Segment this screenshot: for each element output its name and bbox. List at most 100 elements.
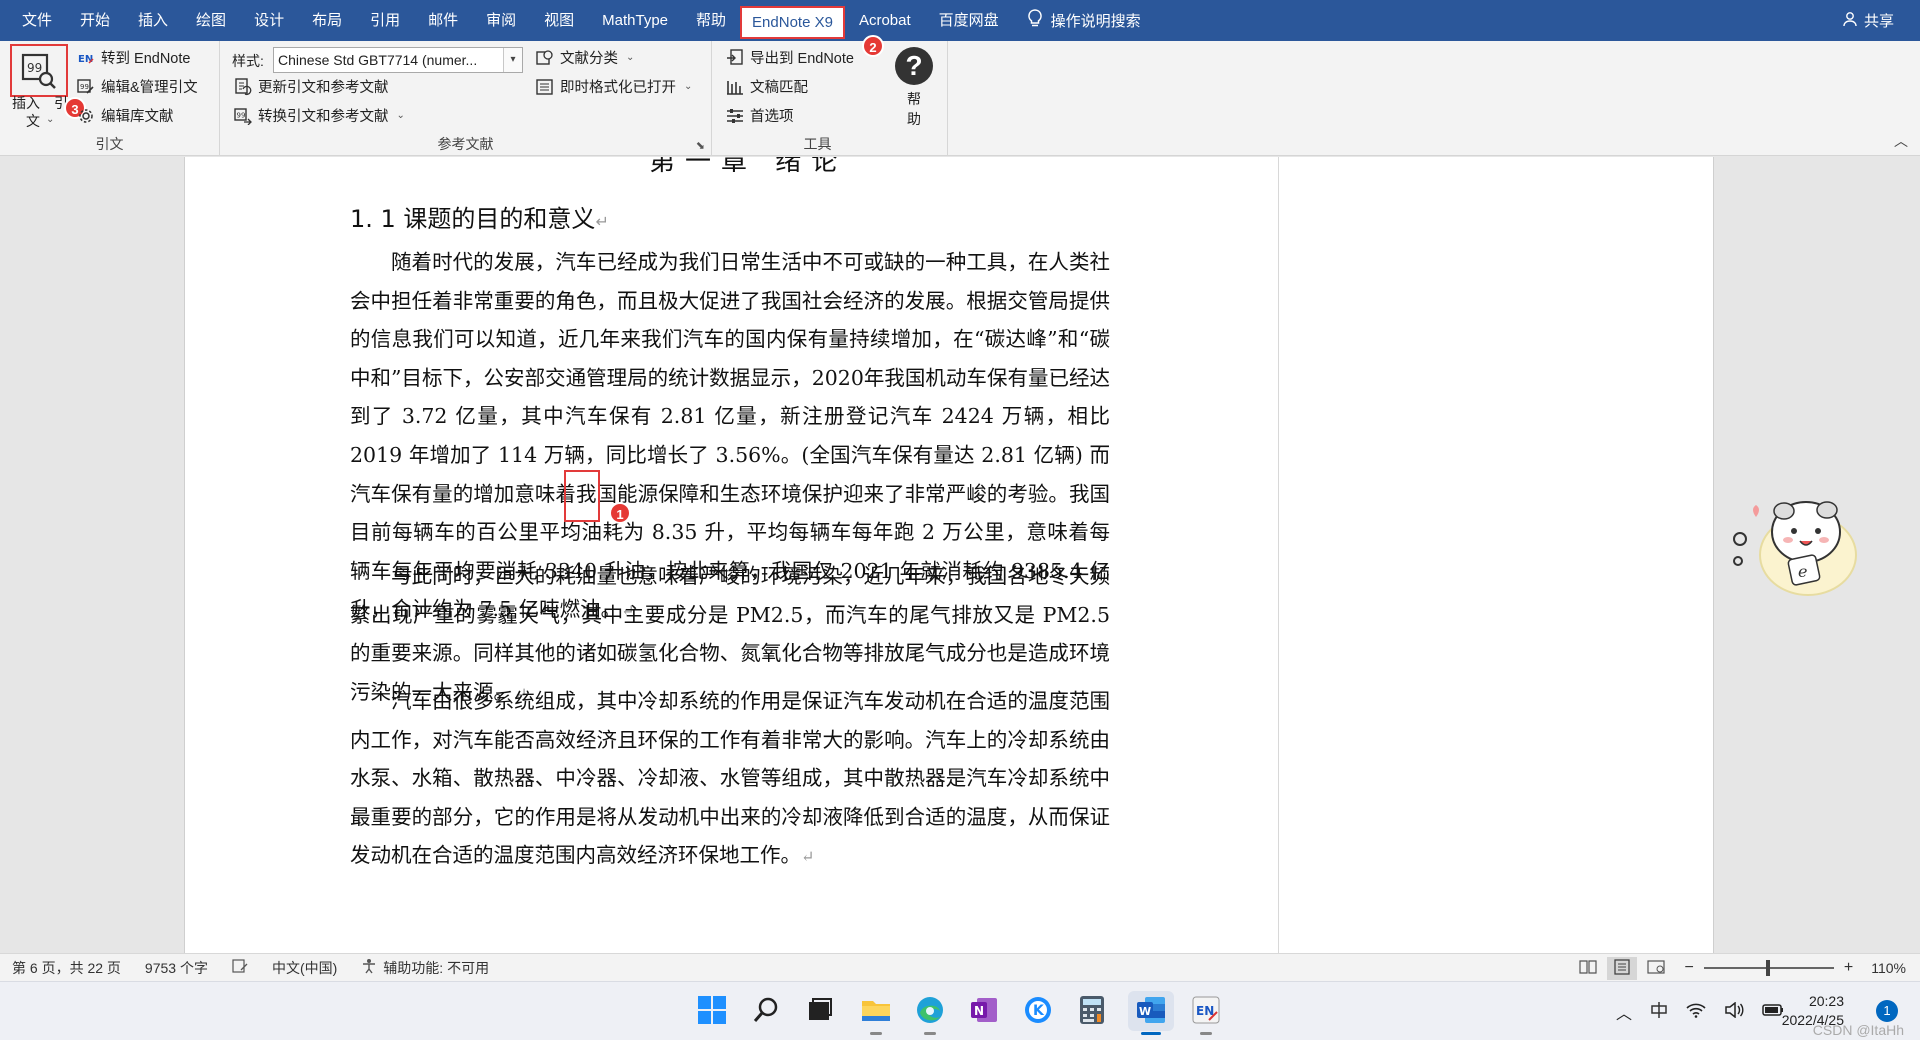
bibliography-group-label: 参考文献: [437, 136, 494, 152]
menu-home[interactable]: 开始: [66, 0, 124, 41]
chapter-title: 第一章 绪论: [649, 157, 848, 177]
chevron-down-icon: ⌄: [684, 81, 693, 92]
print-layout-icon[interactable]: [1606, 956, 1637, 980]
volume-icon[interactable]: [1724, 1000, 1744, 1022]
start-button[interactable]: [692, 991, 732, 1031]
preferences-label: 首选项: [750, 109, 794, 125]
paragraph-3[interactable]: 汽车由很多系统组成，其中冷却系统的作用是保证汽车发动机在合适的温度范围内工作，对…: [350, 682, 1110, 877]
lightbulb-icon: [1027, 8, 1043, 33]
page-count[interactable]: 第 6 页，共 22 页: [0, 958, 133, 978]
svg-text:N: N: [974, 1004, 984, 1018]
update-doc-icon: [234, 77, 252, 96]
zoom-slider-thumb[interactable]: [1765, 960, 1770, 976]
word-button[interactable]: W: [1128, 991, 1174, 1035]
battery-icon[interactable]: [1762, 1002, 1784, 1022]
ribbon: 99 插入 引 文 ⌄ 3 EN 转到 EndNote 99 编辑&管理引文 编…: [0, 35, 1920, 156]
group-bibliography: 样式: Chinese Std GBT7714 (numer... ▾ 更新引文…: [220, 41, 712, 156]
step-badge-2: 2: [862, 35, 884, 57]
endnote-taskbar-button[interactable]: EN: [1186, 991, 1226, 1035]
running-indicator: [1200, 1032, 1212, 1035]
instant-format-icon: [536, 78, 554, 96]
menu-mathtype[interactable]: MathType: [588, 0, 682, 41]
step-badge-1: 1: [609, 502, 631, 524]
menu-acrobat[interactable]: Acrobat: [845, 0, 925, 41]
edit-manage-citations-button[interactable]: 99 编辑&管理引文: [77, 76, 198, 97]
word-count[interactable]: 9753 个字: [133, 958, 220, 978]
menu-layout[interactable]: 布局: [298, 0, 356, 41]
export-label: 导出到 EndNote: [750, 51, 854, 67]
categorize-references-button[interactable]: 文献分类 ⌄: [536, 47, 634, 68]
tell-me-label: 操作说明搜索: [1050, 13, 1141, 30]
zoom-in-button[interactable]: +: [1844, 959, 1853, 977]
edge-button[interactable]: [910, 991, 950, 1035]
taskbar: N K W EN ︿ 20:23 2022/4/25 1 CSDN @ItaHh: [0, 981, 1920, 1040]
zoom-out-button[interactable]: −: [1685, 959, 1694, 977]
goto-endnote-button[interactable]: EN 转到 EndNote: [77, 47, 190, 68]
manuscript-label: 文稿匹配: [750, 80, 808, 96]
manuscript-matcher-button[interactable]: 文稿匹配: [726, 76, 808, 97]
menu-design[interactable]: 设计: [240, 0, 298, 41]
insert-citation-button[interactable]: 99 插入 引 文 ⌄: [10, 44, 68, 130]
wifi-icon[interactable]: [1686, 1002, 1706, 1022]
menu-references[interactable]: 引用: [356, 0, 414, 41]
share-label: 共享: [1863, 13, 1894, 30]
convert-citations-button[interactable]: 99 转换引文和参考文献 ⌄: [234, 105, 405, 126]
export-to-endnote-button[interactable]: 导出到 EndNote: [726, 47, 854, 68]
read-mode-icon[interactable]: [1578, 959, 1597, 978]
menu-endnote-tab[interactable]: EndNote X9: [740, 6, 845, 39]
share-button[interactable]: 共享: [1842, 0, 1894, 41]
accessibility-icon: [361, 958, 377, 977]
tell-me-search[interactable]: 操作说明搜索: [1013, 8, 1155, 33]
proofing-status[interactable]: [220, 958, 260, 977]
taskbar-search-button[interactable]: [746, 991, 786, 1031]
calculator-button[interactable]: [1072, 991, 1112, 1031]
file-explorer-button[interactable]: [856, 991, 896, 1035]
menu-help[interactable]: 帮助: [682, 0, 740, 41]
update-label: 更新引文和参考文献: [258, 80, 389, 96]
chevron-up-icon[interactable]: ︿: [1616, 1000, 1632, 1024]
chevron-down-icon[interactable]: ▾: [503, 48, 522, 72]
menu-mailings[interactable]: 邮件: [414, 0, 472, 41]
menu-insert[interactable]: 插入: [124, 0, 182, 41]
help-button[interactable]: ? 帮 助: [892, 47, 936, 127]
folder-icon: [860, 996, 892, 1027]
instant-formatting-button[interactable]: 即时格式化已打开 ⌄: [536, 76, 692, 97]
tools-group-label: 工具: [803, 136, 832, 152]
collapse-ribbon-icon[interactable]: ︿: [1894, 131, 1908, 151]
active-indicator: [1141, 1032, 1161, 1035]
accessibility-status[interactable]: 辅助功能: 不可用: [349, 958, 501, 978]
input-method-icon[interactable]: [1650, 1001, 1668, 1023]
windows-logo-icon: [697, 995, 727, 1028]
menu-view[interactable]: 视图: [530, 0, 588, 41]
task-view-button[interactable]: [800, 991, 840, 1031]
zoom-slider[interactable]: [1703, 960, 1834, 976]
chevron-down-icon: ⌄: [46, 114, 55, 125]
notification-badge[interactable]: 1: [1876, 1000, 1898, 1022]
zoom-level[interactable]: 110%: [1871, 960, 1906, 976]
menu-baidu[interactable]: 百度网盘: [925, 0, 1013, 41]
menu-file[interactable]: 文件: [8, 0, 66, 41]
group-tools: 导出到 EndNote 2 文稿匹配 首选项 ? 帮 助 工具: [712, 35, 948, 156]
preferences-button[interactable]: 首选项: [726, 105, 794, 126]
style-select[interactable]: Chinese Std GBT7714 (numer...: [273, 47, 523, 73]
menu-review[interactable]: 审阅: [472, 0, 530, 41]
svg-text:99: 99: [27, 61, 42, 75]
edit-citation-icon: 99: [77, 78, 95, 96]
onenote-button[interactable]: N: [964, 991, 1004, 1031]
categorize-icon: [536, 49, 554, 67]
update-citations-button[interactable]: 更新引文和参考文献: [234, 76, 389, 97]
document-area: 第一章 绪论 1. 1 课题的目的和意义↵ 随着时代的发展，汽车已经成为我们日常…: [0, 157, 1920, 953]
clock-time: 20:23: [1808, 993, 1844, 1009]
language-status[interactable]: 中文(中国): [260, 958, 349, 978]
edit-library-reference-button[interactable]: 编辑库文献: [77, 105, 174, 126]
svg-text:99: 99: [80, 83, 89, 91]
running-indicator: [924, 1032, 936, 1035]
web-layout-icon[interactable]: [1646, 959, 1665, 978]
k-app-button[interactable]: K: [1018, 991, 1058, 1031]
menu-draw[interactable]: 绘图: [182, 0, 240, 41]
paragraph-3-text: 汽车由很多系统组成，其中冷却系统的作用是保证汽车发动机在合适的温度范围内工作，对…: [350, 689, 1110, 868]
calculator-icon: [1079, 995, 1105, 1028]
search-icon: [752, 996, 780, 1027]
status-bar: 第 6 页，共 22 页 9753 个字 中文(中国) 辅助功能: 不可用 − …: [0, 953, 1920, 981]
document-page[interactable]: 第一章 绪论 1. 1 课题的目的和意义↵ 随着时代的发展，汽车已经成为我们日常…: [184, 157, 1714, 953]
